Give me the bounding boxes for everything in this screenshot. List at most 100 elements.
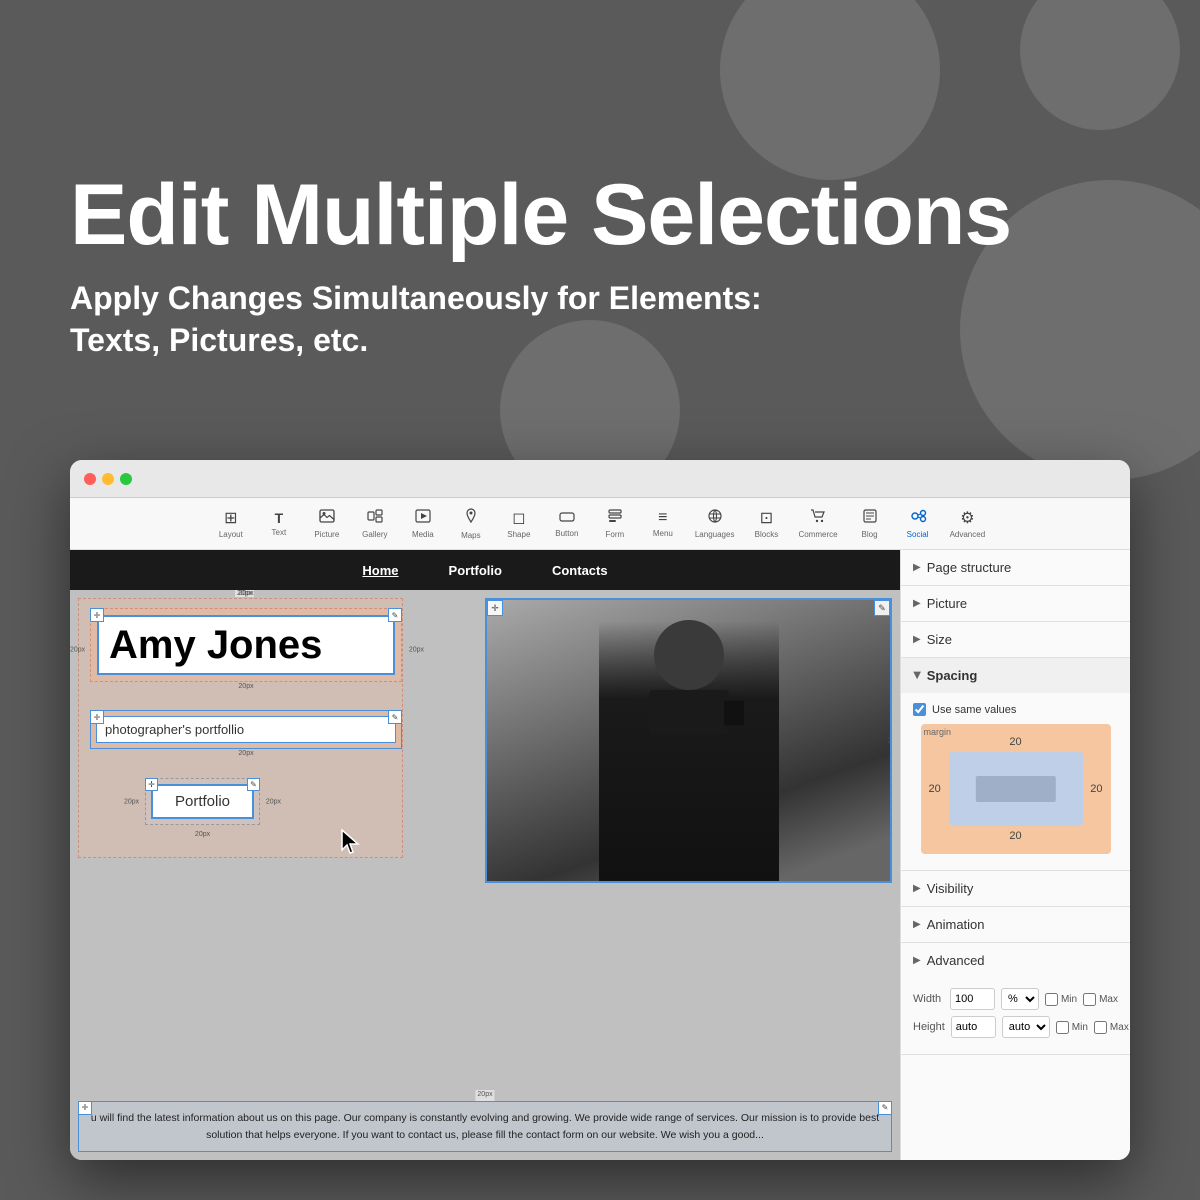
tool-gallery[interactable]: Gallery	[353, 505, 397, 543]
height-input[interactable]	[951, 1016, 996, 1038]
text-icon: T	[275, 510, 284, 526]
tool-picture[interactable]: Picture	[305, 505, 349, 543]
move-handle-portfolio[interactable]: ✛	[145, 778, 158, 791]
head-silhouette	[654, 620, 724, 690]
picture-icon	[319, 509, 335, 528]
hero-subtitle: Apply Changes Simultaneously for Element…	[70, 278, 1130, 361]
spacing-portfolio-right: 20px	[266, 798, 281, 805]
spacing-arrow: ▶	[911, 672, 922, 680]
width-min-checkbox[interactable]	[1045, 993, 1058, 1006]
advanced-header[interactable]: ▶ Advanced	[901, 943, 1130, 978]
use-same-values-label: Use same values	[932, 704, 1016, 716]
page-structure-header[interactable]: ▶ Page structure	[901, 550, 1130, 585]
tool-social[interactable]: Social	[896, 505, 940, 543]
tool-advanced[interactable]: ⚙ Advanced	[944, 504, 992, 543]
maximize-button[interactable]	[120, 473, 132, 485]
height-max-label: Max	[1110, 1022, 1129, 1033]
height-max-checkbox[interactable]	[1094, 1021, 1107, 1034]
section-picture: ▶ Picture	[901, 586, 1130, 622]
tool-maps[interactable]: Maps	[449, 504, 493, 544]
photographer-container[interactable]: ✛ ✎ photographer's portfollio 20px	[90, 710, 402, 758]
edit-handle-img[interactable]: ✎	[874, 600, 890, 616]
height-max-group: Max	[1094, 1021, 1129, 1034]
edit-handle-photo[interactable]: ✎	[388, 710, 402, 724]
nav-portfolio[interactable]: Portfolio	[449, 563, 502, 578]
tool-commerce[interactable]: Commerce	[792, 505, 843, 543]
advanced-content: Width % px Min Max	[901, 978, 1130, 1054]
tool-layout[interactable]: ⊞ Layout	[209, 504, 253, 543]
page-structure-label: Page structure	[927, 560, 1012, 575]
photographer-text[interactable]: photographer's portfollio	[96, 716, 396, 743]
layout-icon: ⊞	[224, 508, 237, 528]
margin-box: margin 20 20 20 20	[921, 724, 1111, 854]
move-handle-img[interactable]: ✛	[487, 600, 503, 616]
spacing-left-indicator: 20px	[70, 646, 85, 653]
visibility-header[interactable]: ▶ Visibility	[901, 871, 1130, 906]
margin-bottom-value: 20	[1009, 830, 1021, 842]
amy-jones-text[interactable]: Amy Jones	[97, 615, 395, 675]
picture-label: Picture	[927, 596, 967, 611]
photo-image-area[interactable]: ✛ ✎ 20px 40px 20px	[485, 598, 892, 883]
tool-media-label: Media	[412, 530, 434, 539]
button-icon	[559, 509, 575, 527]
canvas-area[interactable]: Home Portfolio Contacts 20px 20px 20px	[70, 550, 900, 1160]
edit-handle-text[interactable]: ✎	[878, 1101, 892, 1115]
move-handle-amy[interactable]: ✛	[90, 608, 104, 622]
height-min-group: Min	[1056, 1021, 1088, 1034]
advanced-icon: ⚙	[960, 508, 974, 528]
width-unit-select[interactable]: % px	[1001, 988, 1039, 1010]
page-structure-arrow: ▶	[913, 562, 921, 573]
advanced-arrow: ▶	[913, 955, 921, 966]
tool-button[interactable]: Button	[545, 505, 589, 542]
height-min-checkbox[interactable]	[1056, 1021, 1069, 1034]
nav-contacts[interactable]: Contacts	[552, 563, 608, 578]
minimize-button[interactable]	[102, 473, 114, 485]
commerce-icon	[810, 509, 826, 528]
tool-blocks-label: Blocks	[755, 530, 779, 539]
tool-blocks[interactable]: ⊡ Blocks	[744, 504, 788, 543]
section-size: ▶ Size	[901, 622, 1130, 658]
use-same-values-row: Use same values	[913, 703, 1118, 716]
tool-shape[interactable]: ◻ Shape	[497, 504, 541, 543]
margin-inner-box	[949, 752, 1083, 826]
tool-menu[interactable]: ≡ Menu	[641, 505, 685, 542]
move-handle-photo[interactable]: ✛	[90, 710, 104, 724]
tool-languages[interactable]: Languages	[689, 505, 741, 543]
picture-header[interactable]: ▶ Picture	[901, 586, 1130, 621]
spacing-text-top: 20px	[475, 1090, 494, 1101]
edit-handle-amy[interactable]: ✎	[388, 608, 402, 622]
width-max-checkbox[interactable]	[1083, 993, 1096, 1006]
nav-home[interactable]: Home	[362, 563, 398, 578]
portfolio-btn-container[interactable]: ✛ ✎ Portfolio 20px 20px 20px	[145, 778, 260, 825]
width-row: Width % px Min Max	[913, 988, 1118, 1010]
size-header[interactable]: ▶ Size	[901, 622, 1130, 657]
amy-jones-container[interactable]: 20px 20px 20px ✛ ✎ Amy Jones	[90, 608, 402, 691]
height-label: Height	[913, 1021, 945, 1033]
spacing-portfolio-left: 20px	[124, 798, 139, 805]
use-same-values-checkbox[interactable]	[913, 703, 926, 716]
spacing-label: Spacing	[927, 668, 978, 683]
edit-handle-portfolio[interactable]: ✎	[247, 778, 260, 791]
portfolio-btn[interactable]: Portfolio	[151, 784, 254, 819]
tool-media[interactable]: Media	[401, 505, 445, 543]
tool-form[interactable]: Form	[593, 505, 637, 543]
width-input[interactable]	[950, 988, 995, 1010]
traffic-lights	[84, 473, 132, 485]
menu-icon: ≡	[658, 509, 667, 527]
bottom-text-content: u will find the latest information about…	[91, 1112, 879, 1140]
spacing-header[interactable]: ▶ Spacing	[901, 658, 1130, 693]
size-arrow: ▶	[913, 634, 921, 645]
camera-silhouette	[649, 690, 729, 735]
animation-header[interactable]: ▶ Animation	[901, 907, 1130, 942]
right-panel: ▶ Page structure ▶ Picture ▶ Size	[900, 550, 1130, 1160]
browser-window: ⊞ Layout T Text Picture Gallery Media	[70, 460, 1130, 1160]
width-min-group: Min	[1045, 993, 1077, 1006]
height-unit-select[interactable]: auto px %	[1002, 1016, 1050, 1038]
tool-text[interactable]: T Text	[257, 506, 301, 541]
move-handle-text[interactable]: ✛	[78, 1101, 92, 1115]
close-button[interactable]	[84, 473, 96, 485]
hero-title: Edit Multiple Selections	[70, 170, 1130, 260]
tool-blog[interactable]: Blog	[848, 505, 892, 543]
bottom-text-block[interactable]: ✛ ✎ 20px u will find the latest informat…	[78, 1101, 892, 1152]
spacing-between-2: 20px	[90, 750, 402, 757]
